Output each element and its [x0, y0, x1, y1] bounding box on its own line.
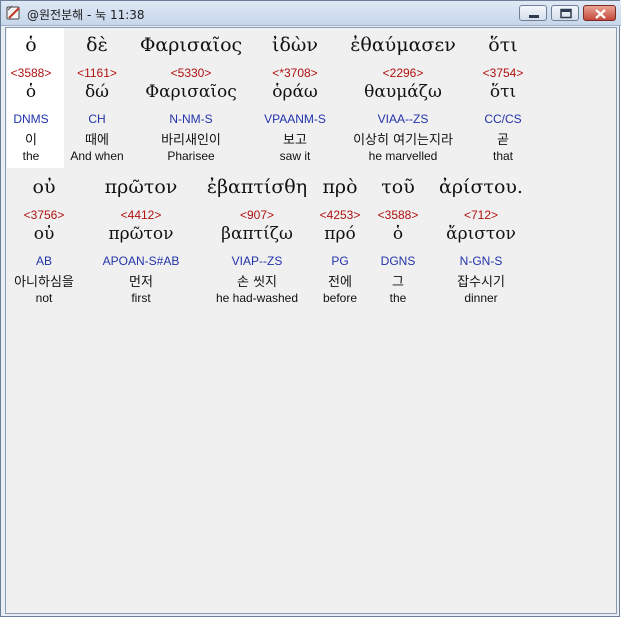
strong-number[interactable]: <*3708> [272, 66, 317, 80]
lemma-word: ἄριστον [446, 224, 516, 244]
lemma-word: ὁ [25, 82, 37, 102]
korean-gloss: 손 씻지 [236, 275, 278, 290]
strong-number[interactable]: <3588> [11, 66, 52, 80]
lemma-word: θαυμάζω [364, 82, 442, 102]
title-bar[interactable]: @원전분해 - 눅 11:38 [1, 1, 621, 26]
morphology-code: PG [331, 254, 349, 268]
korean-gloss: 이상히 여기는지라 [353, 133, 453, 148]
strong-number[interactable]: <3754> [483, 66, 524, 80]
greek-word[interactable]: ὅτι [488, 34, 517, 56]
greek-word[interactable]: ὁ [25, 34, 36, 56]
english-gloss: the [389, 291, 407, 305]
english-gloss: first [131, 291, 151, 305]
greek-word[interactable]: ἐβαπτίσθη [207, 176, 307, 198]
strong-number[interactable]: <5330> [171, 66, 212, 80]
lemma-word: ὁράω [272, 82, 318, 102]
morphology-code: APOAN-S#AB [102, 254, 180, 268]
korean-gloss: 아니하심을 [14, 275, 74, 290]
minimize-icon [529, 15, 539, 18]
morphology-code: VIAA--ZS [377, 112, 429, 126]
strong-number[interactable]: <3588> [378, 208, 419, 222]
strong-number[interactable]: <1161> [77, 66, 117, 80]
interlinear-panel[interactable]: ὁ <3588> ὁ DNMS 이 the δὲ <1161> δώ CH 때에 And when Φα… [5, 27, 617, 614]
lemma-word: Φαρισαῖος [145, 82, 237, 102]
maximize-icon [560, 8, 572, 19]
morphology-code: VIAP--ZS [231, 254, 283, 268]
morphology-code: CH [88, 112, 106, 126]
korean-gloss: 먼저 [129, 275, 153, 290]
morphology-code: N-NM-S [169, 112, 213, 126]
strong-number[interactable]: <907> [240, 208, 274, 222]
korean-gloss: 보고 [283, 133, 307, 148]
lemma-word: πρῶτον [108, 224, 174, 244]
english-gloss: before [322, 291, 358, 305]
window-title: @원전분해 - 눅 11:38 [27, 8, 145, 22]
english-gloss: saw it [279, 149, 311, 163]
greek-word[interactable]: τοῦ [381, 176, 415, 198]
morphology-code: AB [35, 254, 53, 268]
greek-word[interactable]: οὐ [33, 176, 56, 198]
app-window: @원전분해 - 눅 11:38 ὁ <3588> ὁ DNMS 이 the δὲ <1161>… [0, 0, 621, 617]
lemma-word: δώ [84, 82, 110, 102]
korean-gloss: 곧 [497, 133, 509, 148]
greek-word[interactable]: πρὸ [322, 176, 357, 198]
korean-gloss: 잡수시기 [457, 275, 505, 290]
english-gloss: he had-washed [215, 291, 299, 305]
close-button[interactable] [583, 5, 616, 21]
strong-number[interactable]: <712> [464, 208, 498, 222]
lemma-word: βαπτίζω [221, 224, 293, 244]
maximize-button[interactable] [551, 5, 579, 21]
minimize-button[interactable] [519, 5, 547, 21]
morphology-code: N-GN-S [459, 254, 503, 268]
morphology-code: DGNS [380, 254, 416, 268]
strong-number[interactable]: <3756> [24, 208, 65, 222]
strong-number[interactable]: <4412> [121, 208, 162, 222]
korean-gloss: 전에 [328, 275, 352, 290]
english-gloss: Pharisee [167, 149, 215, 163]
strong-number[interactable]: <2296> [383, 66, 424, 80]
lemma-word: πρό [324, 224, 356, 244]
greek-word[interactable]: δὲ [86, 34, 108, 56]
bible-app-icon[interactable] [5, 4, 23, 22]
morphology-code: VPAANM-S [264, 112, 326, 126]
english-gloss: dinner [464, 291, 498, 305]
morphology-code: DNMS [13, 112, 49, 126]
close-icon [595, 9, 606, 19]
greek-word[interactable]: πρῶτον [105, 176, 178, 198]
english-gloss: And when [70, 149, 124, 163]
greek-word[interactable]: ἐθαύμασεν [350, 34, 456, 56]
lemma-word: οὐ [33, 224, 55, 244]
english-gloss: not [35, 291, 53, 305]
lemma-word: ὅτι [489, 82, 517, 102]
english-gloss: that [492, 149, 514, 163]
greek-word[interactable]: Φαρισαῖος [140, 34, 242, 56]
korean-gloss: 그 [392, 275, 404, 290]
english-gloss: he marvelled [368, 149, 438, 163]
korean-gloss: 때에 [85, 133, 109, 148]
korean-gloss: 이 [25, 133, 37, 148]
morphology-code: CC/CS [484, 112, 522, 126]
strong-number[interactable]: <4253> [320, 208, 361, 222]
korean-gloss: 바리새인이 [161, 133, 221, 148]
english-gloss: the [22, 149, 40, 163]
lemma-word: ὁ [392, 224, 404, 244]
greek-word[interactable]: ἀρίστου. [439, 176, 523, 198]
greek-word[interactable]: ἰδὼν [272, 34, 318, 56]
